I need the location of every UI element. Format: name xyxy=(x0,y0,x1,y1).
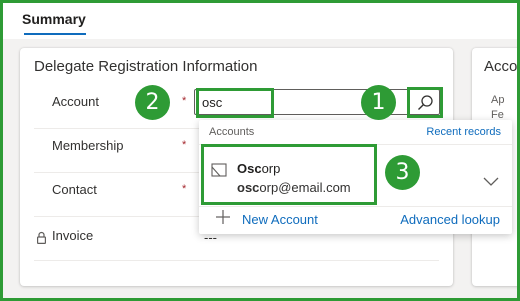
tab-summary-underline xyxy=(24,33,86,35)
divider xyxy=(199,206,512,207)
side-section-title: Acco xyxy=(484,58,518,75)
contact-required-marker: * xyxy=(182,183,187,195)
contact-label: Contact xyxy=(52,182,97,197)
recent-records-link[interactable]: Recent records xyxy=(426,126,501,138)
callout-badge-2: 2 xyxy=(135,85,170,120)
dropdown-header: Accounts xyxy=(209,126,255,138)
membership-label: Membership xyxy=(52,138,124,153)
account-required-marker: * xyxy=(182,95,187,107)
side-field-label: Ap xyxy=(491,94,505,106)
new-account-button[interactable]: New Account xyxy=(242,212,318,227)
tab-bar: Summary xyxy=(3,3,517,39)
divider xyxy=(34,260,439,261)
callout-badge-3: 3 xyxy=(385,155,420,190)
tab-summary[interactable]: Summary xyxy=(22,11,86,27)
result-highlight-box xyxy=(201,144,377,205)
chevron-down-icon[interactable] xyxy=(483,177,499,187)
callout-badge-1: 1 xyxy=(361,85,396,120)
membership-required-marker: * xyxy=(182,139,187,151)
section-title: Delegate Registration Information xyxy=(34,58,258,75)
advanced-lookup-link[interactable]: Advanced lookup xyxy=(400,212,500,227)
account-label: Account xyxy=(52,94,99,109)
invoice-label: Invoice xyxy=(52,228,94,243)
search-button-highlight-box xyxy=(407,87,443,118)
plus-icon[interactable] xyxy=(216,210,230,224)
search-text-highlight-box xyxy=(196,88,274,118)
lock-icon xyxy=(37,231,46,244)
